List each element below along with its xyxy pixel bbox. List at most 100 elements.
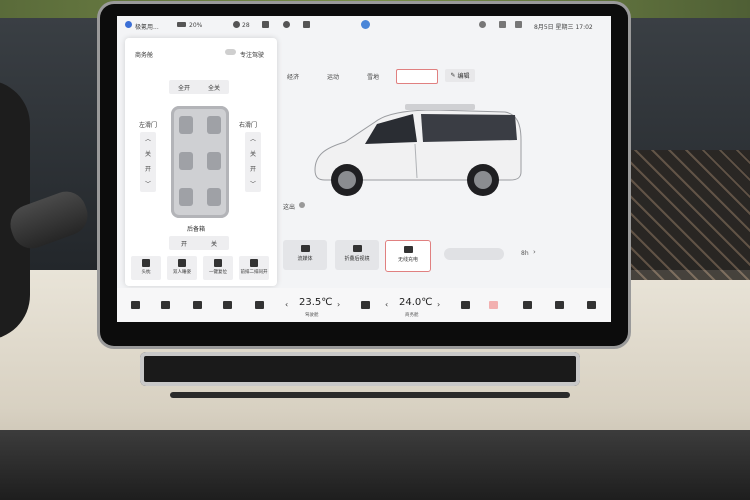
seat-vent-icon[interactable]: [255, 301, 264, 309]
bluetooth-icon: [499, 21, 506, 28]
fold-mirror-card[interactable]: 折叠后视镜: [335, 240, 379, 270]
headrest-button[interactable]: 头枕: [131, 256, 161, 280]
double-rest-button[interactable]: 双人睡姿: [167, 256, 197, 280]
seat-heat-icon[interactable]: [223, 301, 232, 309]
home-icon: [303, 21, 310, 28]
seat-icon[interactable]: [179, 116, 193, 134]
headrest-icon: [142, 259, 150, 267]
left-temp-up[interactable]: ›: [337, 300, 340, 309]
volume-icon[interactable]: [587, 301, 596, 309]
seat-icon[interactable]: [207, 116, 221, 134]
bell-icon: [283, 21, 290, 28]
all-open-button[interactable]: 全开: [169, 80, 199, 94]
infotainment-screen: 极氪用... 20% 28 8月5日 星期三 17:02 经济 运动 雪地 ✎ …: [117, 16, 611, 322]
car-icon[interactable]: [131, 301, 140, 309]
row-open-button[interactable]: 前排二排同开: [239, 256, 269, 280]
seat-icon[interactable]: [207, 188, 221, 206]
right-door-label: 右滑门: [239, 122, 258, 129]
left-temp-label: 驾驶舱: [305, 313, 319, 318]
hint-text: 这出: [283, 204, 296, 211]
battery-icon: [177, 22, 186, 27]
edit-label: 编辑: [457, 73, 470, 80]
focus-drive-toggle[interactable]: [225, 49, 236, 55]
panel-title: 商务舱: [135, 52, 154, 59]
edit-button[interactable]: ✎ 编辑: [445, 69, 475, 82]
reset-button[interactable]: 一键复位: [203, 256, 233, 280]
double-rest-label: 双人睡姿: [173, 270, 191, 275]
duration-text: 8h: [521, 250, 529, 257]
avatar[interactable]: [361, 20, 370, 29]
wireless-charge-card[interactable]: 无线充电: [385, 240, 431, 272]
status-app-name: 极氪用...: [135, 24, 159, 31]
seat-icon[interactable]: [179, 188, 193, 206]
vent-trim: [170, 392, 570, 398]
right-door-open[interactable]: 开: [245, 162, 261, 177]
console: [0, 430, 750, 500]
rows-icon: [250, 259, 258, 267]
page-dots: [197, 283, 207, 298]
fan-icon: [233, 21, 240, 28]
row-open-label: 前排二排同开: [240, 270, 268, 275]
tab-snow[interactable]: 雪地: [367, 72, 379, 81]
wireless-charge-card-label: 无线充电: [397, 257, 418, 263]
seat-icon[interactable]: [207, 152, 221, 170]
info-icon[interactable]: [299, 202, 305, 208]
phone-charge-icon: [403, 246, 413, 253]
right-door-close[interactable]: 关: [245, 147, 261, 162]
trunk-label: 后备箱: [187, 226, 206, 233]
edit-icon: ✎: [450, 72, 456, 79]
car-interior-photo: 极氪用... 20% 28 8月5日 星期三 17:02 经济 运动 雪地 ✎ …: [0, 0, 750, 500]
chevron-down-icon[interactable]: ﹀: [245, 177, 261, 192]
status-battery: 20%: [189, 22, 203, 29]
blurred-icon[interactable]: [489, 301, 498, 309]
left-temp-value: 23.5℃: [299, 297, 333, 308]
trunk-open-button[interactable]: 开: [169, 236, 199, 250]
defrost-icon[interactable]: [193, 301, 202, 309]
mirror-icon: [352, 245, 362, 252]
left-door-close[interactable]: 关: [140, 147, 156, 162]
tab-sport[interactable]: 运动: [327, 72, 339, 81]
left-door-label: 左滑门: [139, 122, 158, 129]
right-temp-value: 24.0℃: [399, 297, 433, 308]
chevron-up-icon[interactable]: ︿: [245, 132, 261, 147]
right-temp-down[interactable]: ‹: [385, 300, 388, 309]
hotspot-icon: [479, 21, 486, 28]
apps-icon[interactable]: [361, 301, 370, 309]
chevron-down-icon[interactable]: ﹀: [140, 177, 156, 192]
car-model-image: [314, 104, 522, 196]
climate-bar: ‹ 23.5℃ 驾驶舱 › ‹ 24.0℃ 商务舱 ›: [117, 288, 611, 322]
vent-icon[interactable]: [523, 301, 532, 309]
media-card[interactable]: 流媒体: [283, 240, 327, 270]
cabin-seat-map: [171, 106, 229, 218]
media-card-label: 流媒体: [297, 256, 313, 262]
wifi-icon: [515, 21, 522, 28]
music-icon[interactable]: [555, 301, 564, 309]
seat-recline-icon: [178, 259, 186, 267]
seat-heat-icon[interactable]: [461, 301, 470, 309]
air-vent: [140, 352, 580, 386]
seat-icon: [262, 21, 269, 28]
blurred-control[interactable]: [444, 248, 504, 260]
focus-drive-label: 专注驾驶: [240, 52, 265, 59]
reset-label: 一键复位: [209, 270, 227, 275]
all-close-button[interactable]: 全关: [199, 80, 229, 94]
trunk-close-button[interactable]: 关: [199, 236, 229, 250]
all-doors-segment: 全开 全关: [169, 80, 229, 94]
seat-icon[interactable]: [179, 152, 193, 170]
headrest-label: 头枕: [141, 270, 151, 275]
right-door-control[interactable]: ︿ 关 开 ﹀: [245, 132, 261, 192]
media-icon: [300, 245, 310, 252]
tab-selected[interactable]: [396, 69, 438, 84]
fan-icon[interactable]: [161, 301, 170, 309]
left-door-open[interactable]: 开: [140, 162, 156, 177]
right-temp-up[interactable]: ›: [437, 300, 440, 309]
chevron-up-icon[interactable]: ︿: [140, 132, 156, 147]
left-temp-down[interactable]: ‹: [285, 300, 288, 309]
trunk-segment: 开 关: [169, 236, 229, 250]
chevron-right-icon[interactable]: ›: [533, 248, 536, 256]
left-door-control[interactable]: ︿ 关 开 ﹀: [140, 132, 156, 192]
app-icon: [125, 21, 132, 28]
status-bar: 极氪用... 20% 28 8月5日 星期三 17:02: [117, 16, 611, 36]
tab-economy[interactable]: 经济: [287, 72, 299, 81]
reset-icon: [214, 259, 222, 267]
